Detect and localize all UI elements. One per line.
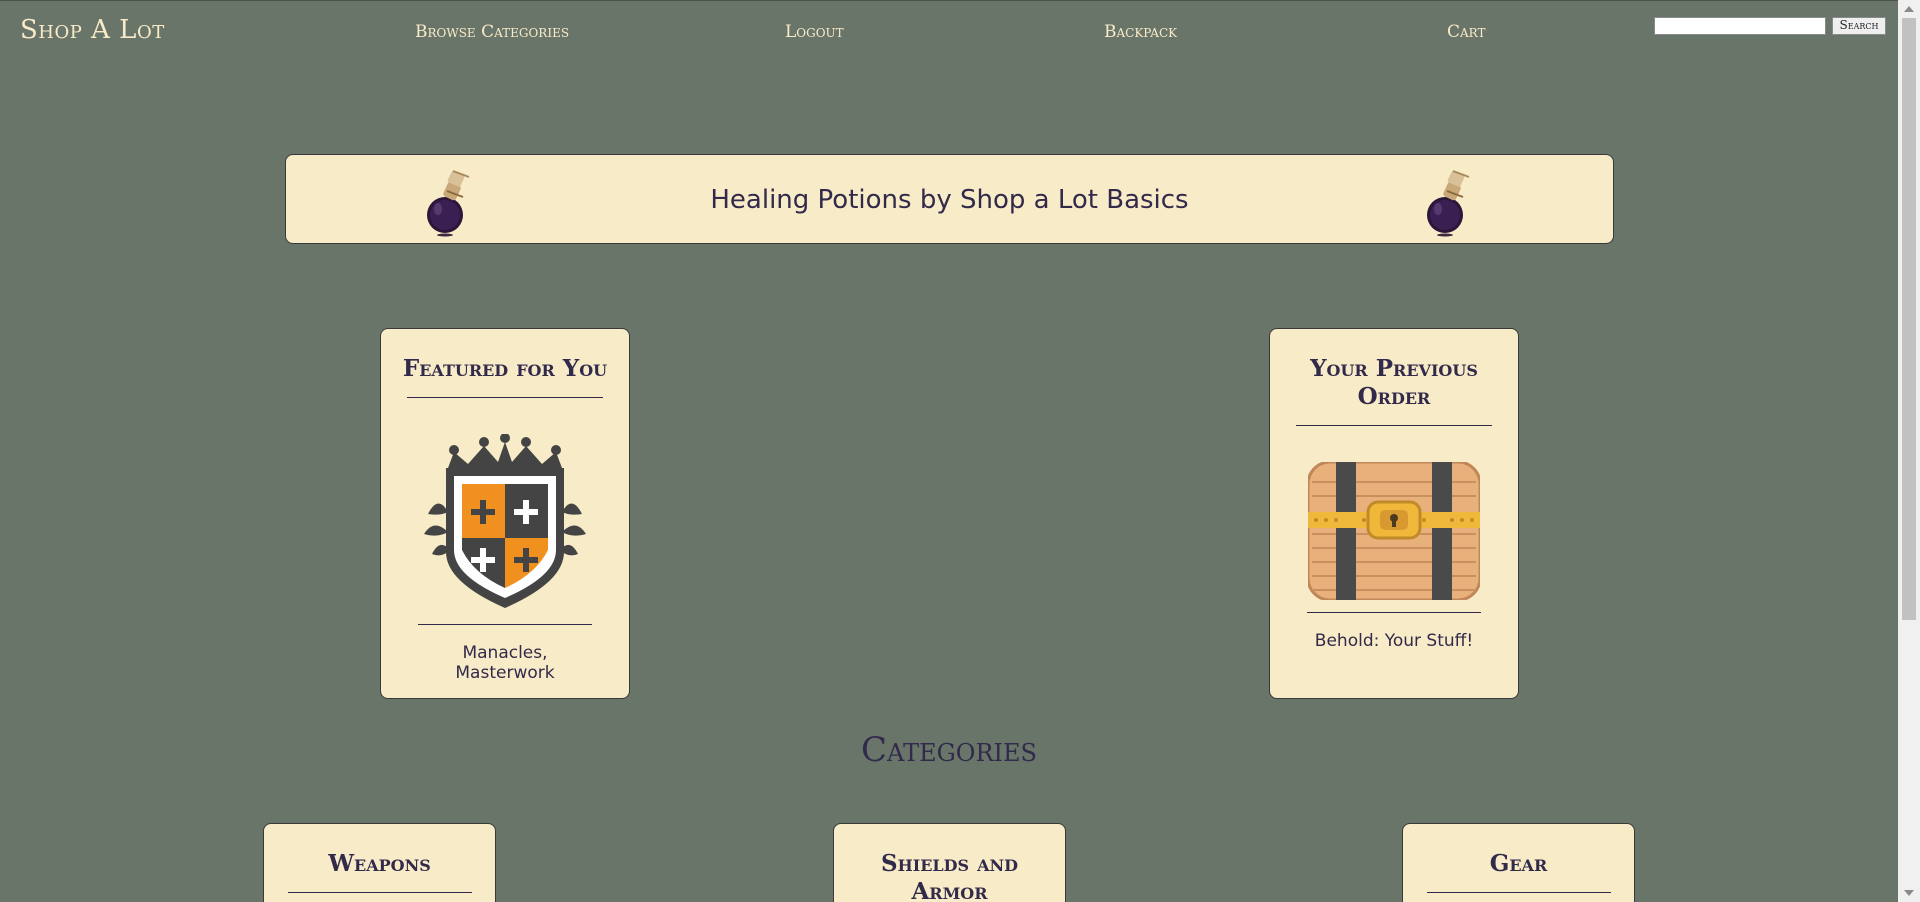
search-input[interactable] (1654, 17, 1826, 35)
divider (1307, 612, 1481, 613)
crest-shield-icon (424, 434, 586, 608)
category-title: Weapons (328, 850, 431, 877)
featured-caption-line: Manacles, (462, 643, 548, 663)
nav-browse-categories[interactable]: Browse Categories (415, 22, 569, 42)
featured-title: Featured for You (402, 355, 608, 382)
nav-cart[interactable]: Cart (1447, 22, 1486, 42)
divider (1426, 892, 1611, 893)
brand-logo-link[interactable]: Shop A Lot (20, 15, 165, 45)
promo-banner[interactable]: Healing Potions by Shop a Lot Basics (285, 154, 1614, 244)
top-nav: Shop A Lot Browse Categories Logout Back… (0, 0, 1898, 60)
featured-caption-line: Masterwork (455, 663, 555, 683)
nav-logout[interactable]: Logout (785, 22, 844, 42)
potion-icon (1427, 170, 1470, 237)
scroll-up-arrow-icon[interactable] (1904, 6, 1914, 12)
banner-title: Healing Potions by Shop a Lot Basics (710, 185, 1189, 215)
previous-order-card[interactable]: Your Previous Order Behold: Your Stuff! (1269, 328, 1519, 699)
scroll-down-arrow-icon[interactable] (1904, 890, 1914, 896)
divider (287, 892, 472, 893)
divider (407, 397, 603, 398)
category-title-line: Armor (911, 878, 988, 902)
featured-card[interactable]: Featured for You Manacles, Masterwork (380, 328, 630, 699)
featured-caption: Manacles, Masterwork (381, 643, 629, 683)
nav-backpack[interactable]: Backpack (1104, 22, 1177, 42)
category-title-line: Shields and (880, 850, 1018, 877)
previous-order-caption: Behold: Your Stuff! (1314, 631, 1474, 651)
treasure-chest-icon (1308, 462, 1480, 600)
category-title: Shields and Armor (834, 850, 1065, 902)
previous-order-title: Your Previous Order (1270, 355, 1518, 411)
scroll-thumb[interactable] (1902, 18, 1916, 620)
category-card-shields-armor[interactable]: Shields and Armor (833, 823, 1066, 902)
category-card-weapons[interactable]: Weapons (263, 823, 496, 902)
previous-order-title-line: Order (1357, 383, 1431, 410)
categories-heading: Categories (861, 730, 1037, 770)
divider (1296, 425, 1492, 426)
divider (418, 624, 592, 625)
category-title: Gear (1489, 850, 1548, 877)
page-scrollbar[interactable] (1898, 0, 1920, 902)
previous-order-title-line: Your Previous (1310, 355, 1478, 382)
category-card-gear[interactable]: Gear (1402, 823, 1635, 902)
search-button[interactable]: Search (1832, 17, 1886, 35)
